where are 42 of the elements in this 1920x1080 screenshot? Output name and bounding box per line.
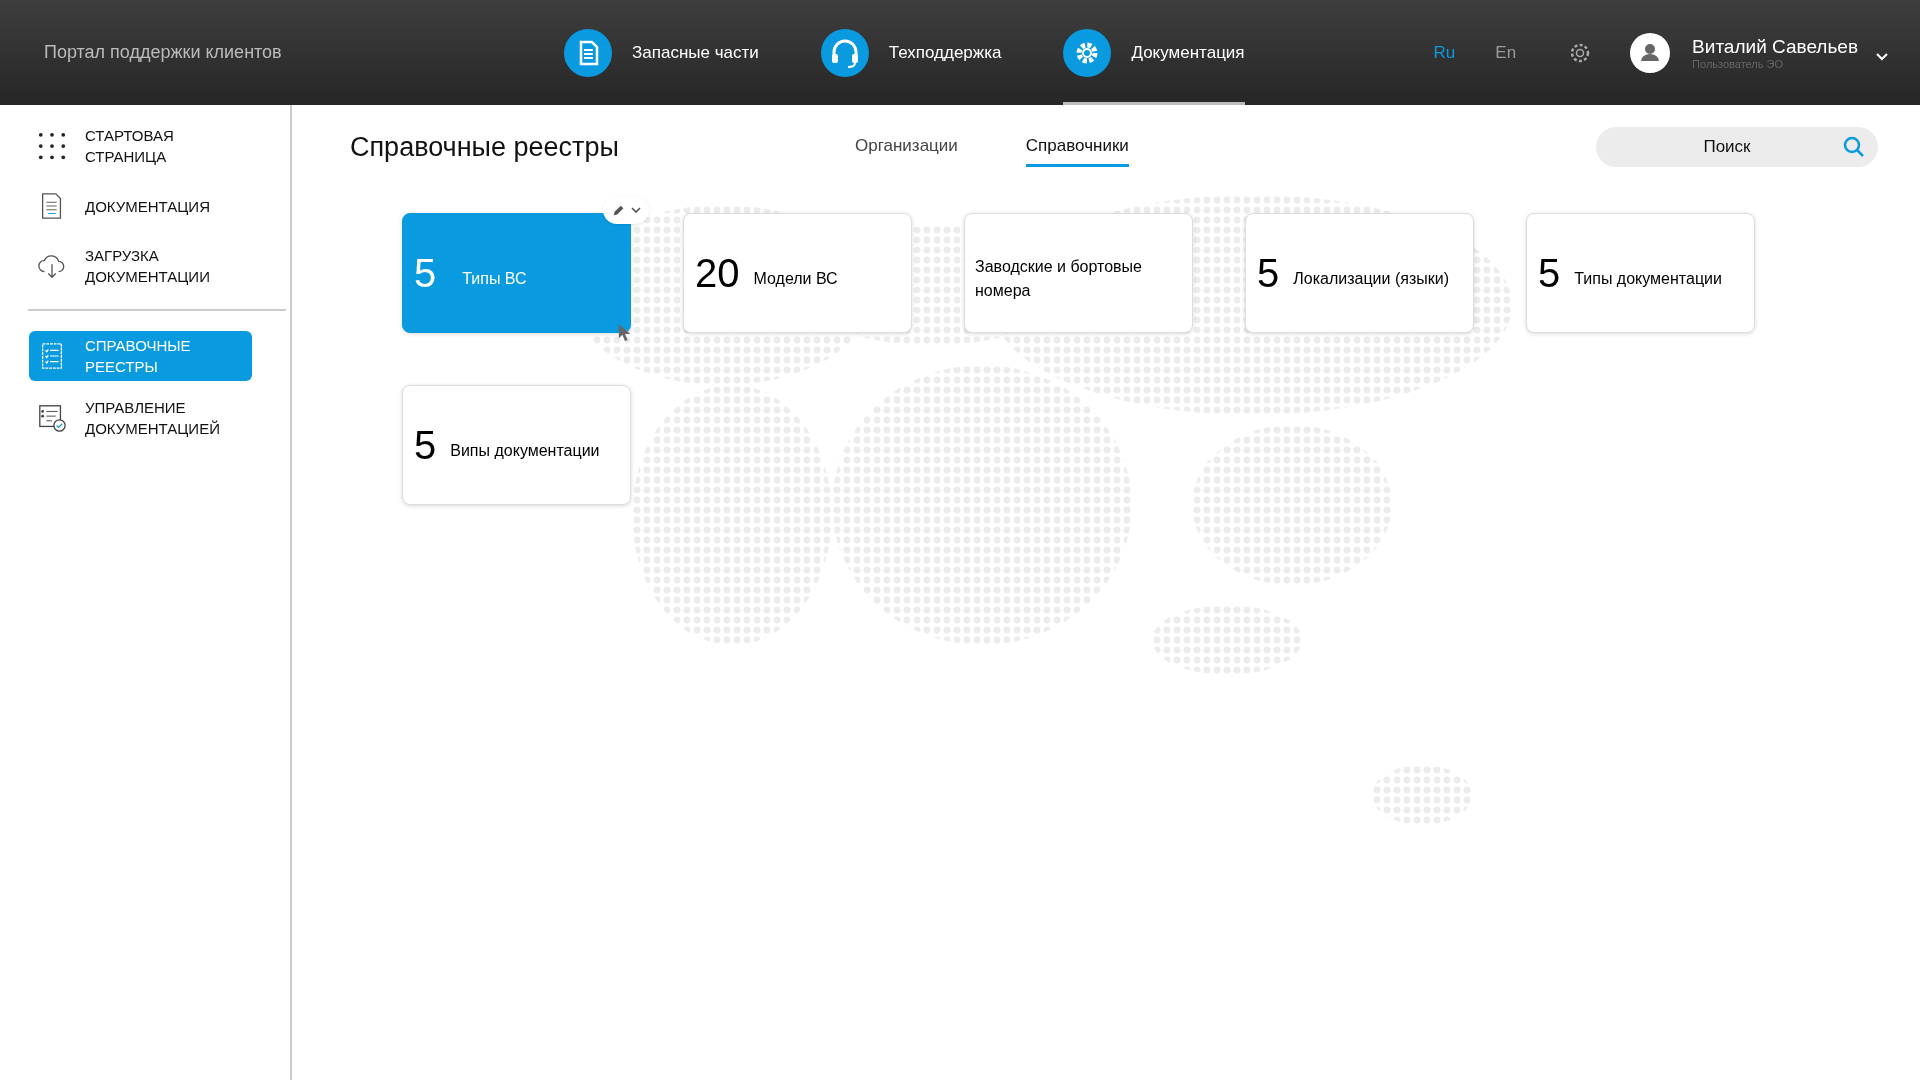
- nav-tab[interactable]: Техподдержка: [820, 0, 1002, 105]
- card-label: Типы документации: [1574, 269, 1722, 289]
- sidebar-item[interactable]: УПРАВЛЕНИЕ ДОКУМЕНТАЦИЕЙ: [29, 395, 252, 441]
- search-field[interactable]: Поиск: [1596, 127, 1878, 167]
- checklist-icon: [37, 403, 67, 433]
- edit-menu-button[interactable]: [603, 196, 649, 224]
- registry-card[interactable]: 20 Модели ВС: [683, 213, 912, 333]
- avatar-icon[interactable]: [1630, 32, 1671, 73]
- nav-tab[interactable]: Запасные части: [564, 0, 759, 105]
- card-label: Модели ВС: [753, 269, 838, 289]
- chevron-down-icon: [630, 206, 641, 214]
- card-count: 5: [1537, 250, 1561, 296]
- sidebar-item[interactable]: СТАРТОВАЯ СТРАНИЦА: [29, 123, 252, 169]
- card-count: 5: [413, 250, 437, 296]
- registry-card[interactable]: 5 Типы документации: [1526, 213, 1755, 333]
- registry-card[interactable]: 5 Випы документации: [402, 385, 631, 505]
- card-count: 20: [694, 250, 740, 296]
- card-count: 5: [413, 422, 437, 468]
- tab[interactable]: Справочники: [1025, 127, 1129, 167]
- language-link[interactable]: Ru: [1433, 42, 1456, 63]
- card-count: 5: [1256, 250, 1280, 296]
- card-label: Заводские и бортовые номера: [975, 257, 1143, 301]
- registry-card[interactable]: 5 Локализации (языки): [1245, 213, 1474, 333]
- document-icon: [564, 28, 612, 77]
- gear-icon: [1063, 28, 1112, 77]
- language-link[interactable]: En: [1495, 42, 1517, 63]
- sidebar-item[interactable]: ДОКУМЕНТАЦИЯ: [29, 183, 252, 229]
- user-name: Виталий Савельев: [1692, 35, 1858, 58]
- headset-icon: [820, 28, 869, 77]
- sidebar-item[interactable]: ЗАГРУЗКА ДОКУМЕНТАЦИИ: [29, 243, 252, 289]
- tab[interactable]: Организации: [855, 127, 958, 167]
- search-icon[interactable]: [1842, 135, 1866, 159]
- card-label: Типы ВС: [462, 269, 527, 289]
- portal-title: Портал поддержки клиентов: [44, 42, 283, 63]
- card-label: Локализации (языки): [1293, 269, 1449, 289]
- registry-card[interactable]: Заводские и бортовые номера: [964, 213, 1193, 333]
- nav-tab[interactable]: Документация: [1063, 0, 1245, 105]
- cursor-icon: [618, 323, 632, 343]
- card-label: Випы документации: [450, 441, 600, 461]
- page-title: Справочные реестры: [350, 131, 620, 163]
- dots-grid-icon: [37, 131, 67, 161]
- pencil-icon: [611, 203, 626, 217]
